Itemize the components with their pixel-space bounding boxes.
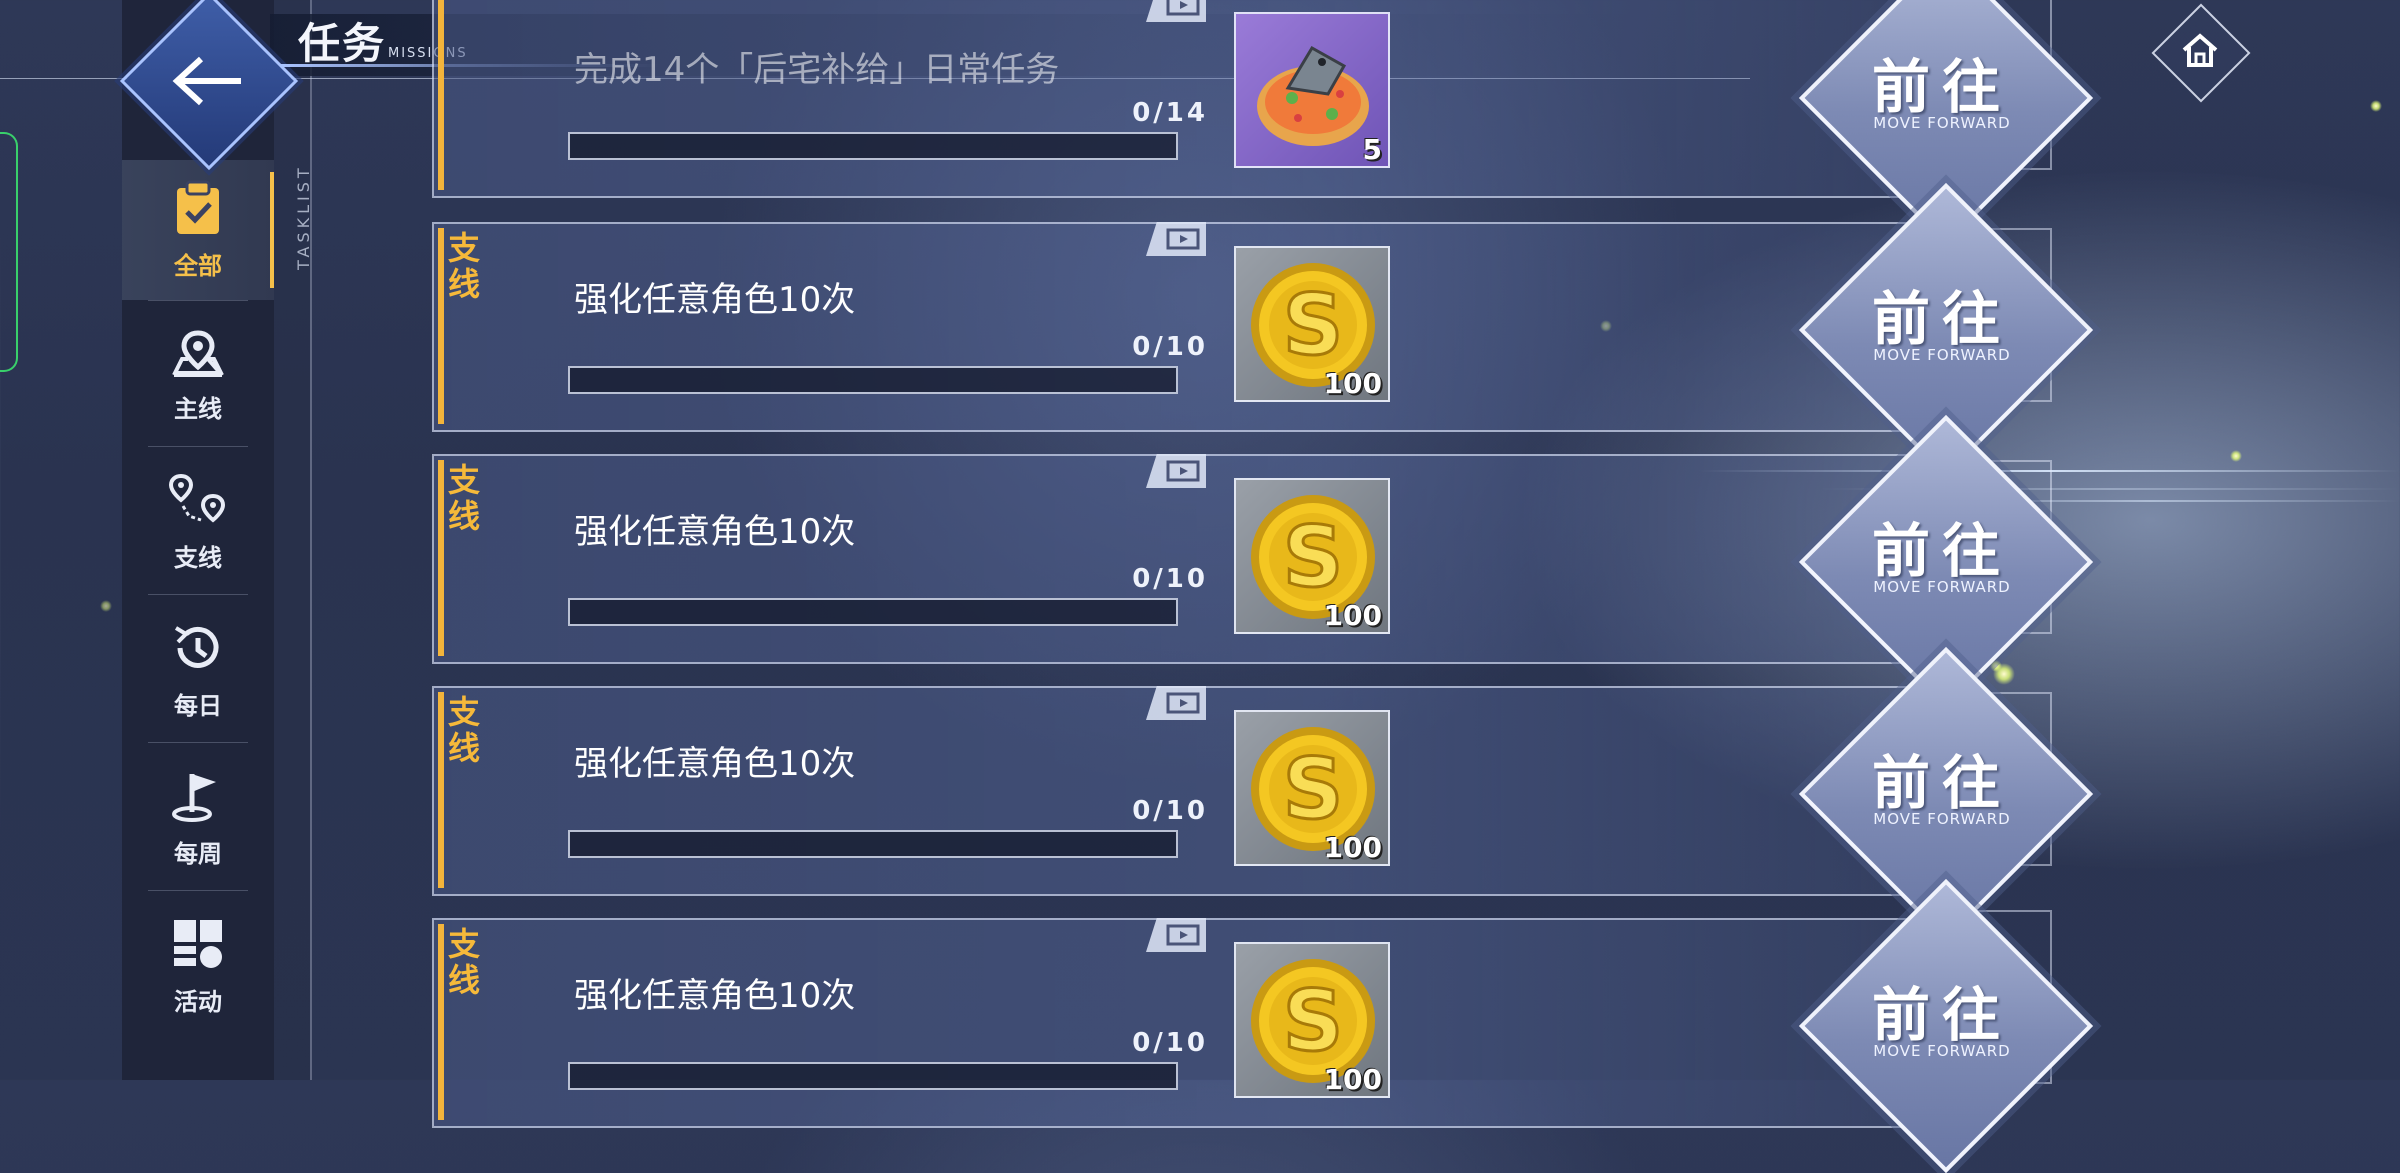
svg-text:S: S [1283,740,1344,838]
task-title: 强化任意角色10次 [574,744,856,784]
pizza-icon [1248,28,1378,162]
sidebar-item-label: 每日 [174,691,222,720]
svg-text:S: S [1283,972,1344,1070]
sidebar-item-label: 主线 [174,394,222,423]
sidebar-item-label: 活动 [174,987,222,1016]
reward-quantity: 100 [1323,599,1382,632]
sidebar-item-label: 支线 [174,543,222,572]
task-tag: 支线 [448,461,481,535]
go-button-label[interactable]: 前往 MOVE FORWARD [1822,752,2062,828]
tasklist-text: TASKLIST [294,164,313,270]
task-tag: 支线 [448,229,481,303]
history-clock-icon [170,620,226,680]
go-button-text: 前往 [1871,517,2012,585]
task-progress-bar [568,132,1178,160]
back-arrow-icon[interactable] [166,40,248,122]
go-button-label[interactable]: 前往 MOVE FORWARD [1822,288,2062,364]
sidebar-item-main[interactable]: 主线 [122,306,274,446]
task-progress-bar [568,830,1178,858]
task-card: 完成14个「后宅补给」日常任务 0/14 5 [432,0,1912,198]
sidebar-item-event[interactable]: 活动 [122,896,274,1036]
task-title: 强化任意角色10次 [574,280,856,320]
divider [148,300,248,301]
task-card: 支线 强化任意角色10次 0/10 S 100 [432,454,1912,664]
sidebar-item-weekly[interactable]: 每周 [122,748,274,888]
task-accent-bar [438,0,444,190]
clipboard-check-icon [173,180,223,240]
reward-item[interactable]: S 100 [1234,942,1390,1098]
home-icon[interactable] [2178,28,2222,72]
go-button-subtext: MOVE FORWARD [1873,1042,2011,1060]
reward-item[interactable]: S 100 [1234,246,1390,402]
task-title: 完成14个「后宅补给」日常任务 [574,50,1060,90]
go-button-label[interactable]: 前往 MOVE FORWARD [1822,984,2062,1060]
blocks-icon [170,916,226,976]
go-button-subtext: MOVE FORWARD [1873,346,2011,364]
go-button-text: 前往 [1871,285,2012,353]
edge-bracket [0,132,18,372]
reward-item[interactable]: S 100 [1234,710,1390,866]
task-title: 强化任意角色10次 [574,512,856,552]
sidebar-item-all[interactable]: 全部 [122,160,274,300]
page-title: 任务 [298,19,387,68]
task-card: 支线 强化任意角色10次 0/10 S 100 [432,222,1912,432]
task-tag: 支线 [448,693,481,767]
divider [148,446,248,447]
video-icon[interactable] [1146,0,1206,22]
sidebar-item-label: 全部 [174,251,222,280]
reward-quantity: 100 [1323,367,1382,400]
divider [148,742,248,743]
task-card: 支线 强化任意角色10次 0/10 S 100 [432,686,1912,896]
task-progress-bar [568,598,1178,626]
task-progress-bar [568,366,1178,394]
divider [148,890,248,891]
task-card: 支线 强化任意角色10次 0/10 S 100 [432,918,1912,1128]
go-button-subtext: MOVE FORWARD [1873,578,2011,596]
task-accent-bar [438,228,444,424]
sidebar-item-daily[interactable]: 每日 [122,600,274,740]
go-button-subtext: MOVE FORWARD [1873,114,2011,132]
task-progress-count: 0/10 [1132,564,1208,594]
flag-icon [170,768,226,828]
tasklist-label: TASKLIST [270,130,313,290]
task-accent-bar [438,924,444,1120]
task-progress-count: 0/10 [1132,332,1208,362]
task-tag: 支线 [448,925,481,999]
route-pins-icon [167,472,229,532]
go-button-subtext: MOVE FORWARD [1873,810,2011,828]
task-accent-bar [438,692,444,888]
go-button-text: 前往 [1871,53,2012,121]
task-progress-bar [568,1062,1178,1090]
reward-item[interactable]: 5 [1234,12,1390,168]
task-progress-count: 0/10 [1132,796,1208,826]
map-pin-icon [170,329,226,383]
reward-quantity: 100 [1323,831,1382,864]
sidebar-item-label: 每周 [174,839,222,868]
task-accent-bar [438,460,444,656]
go-button-label[interactable]: 前往 MOVE FORWARD [1822,520,2062,596]
task-progress-count: 0/14 [1132,98,1208,128]
reward-item[interactable]: S 100 [1234,478,1390,634]
reward-quantity: 5 [1362,133,1382,166]
svg-text:S: S [1283,276,1344,374]
task-title: 强化任意角色10次 [574,976,856,1016]
divider [148,594,248,595]
go-button-label[interactable]: 前往 MOVE FORWARD [1822,56,2062,132]
go-button-text: 前往 [1871,981,2012,1049]
svg-text:S: S [1283,508,1344,606]
go-button-text: 前往 [1871,749,2012,817]
sidebar-item-side[interactable]: 支线 [122,452,274,592]
task-progress-count: 0/10 [1132,1028,1208,1058]
